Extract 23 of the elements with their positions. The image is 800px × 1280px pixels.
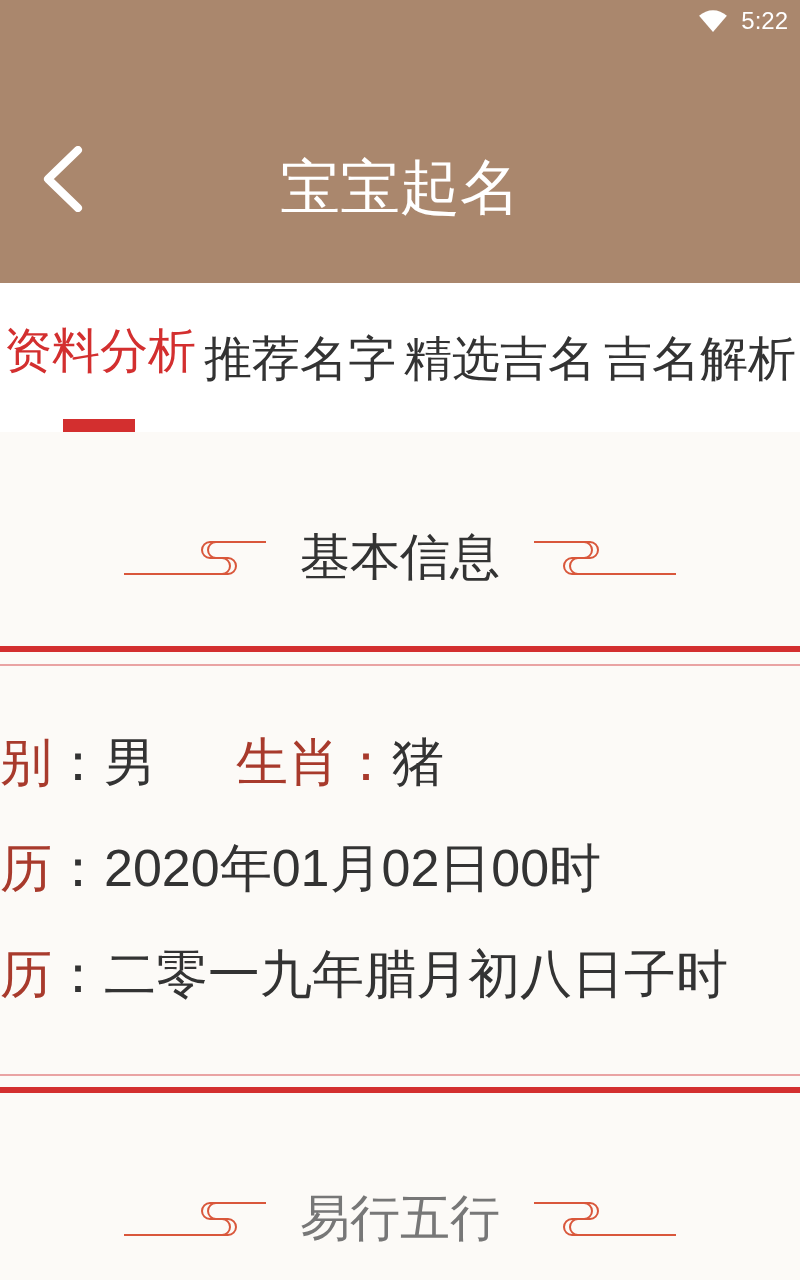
tab[interactable]: 资料分析 xyxy=(0,283,200,432)
tab[interactable]: 推荐名字 xyxy=(200,283,400,432)
section-title: 易行五行 xyxy=(300,1189,500,1248)
chevron-left-icon xyxy=(43,146,83,212)
field-label: 历 xyxy=(0,944,52,1004)
field-value: 猪 xyxy=(392,732,444,792)
field-label: 历 xyxy=(0,838,52,898)
section-title: 基本信息 xyxy=(300,528,500,587)
field-label: 别 xyxy=(0,732,52,792)
swirl-ornament-icon xyxy=(124,1199,266,1237)
tab[interactable]: 吉名解析 xyxy=(600,283,800,432)
swirl-ornament-icon xyxy=(534,1199,676,1237)
tab[interactable]: 精选吉名 xyxy=(400,283,600,432)
status-time: 5:22 xyxy=(741,7,788,35)
page-title: 宝宝起名 xyxy=(280,152,520,223)
tab-indicator xyxy=(63,419,135,432)
field-label: 生肖： xyxy=(236,732,392,792)
wifi-icon xyxy=(699,10,728,32)
field-value: ：2020年01月02日00时 xyxy=(52,838,602,898)
field-value: ：二零一九年腊月初八日子时 xyxy=(52,944,728,1004)
swirl-ornament-icon xyxy=(534,538,676,576)
field-value: ：男 xyxy=(52,732,156,792)
swirl-ornament-icon xyxy=(124,538,266,576)
